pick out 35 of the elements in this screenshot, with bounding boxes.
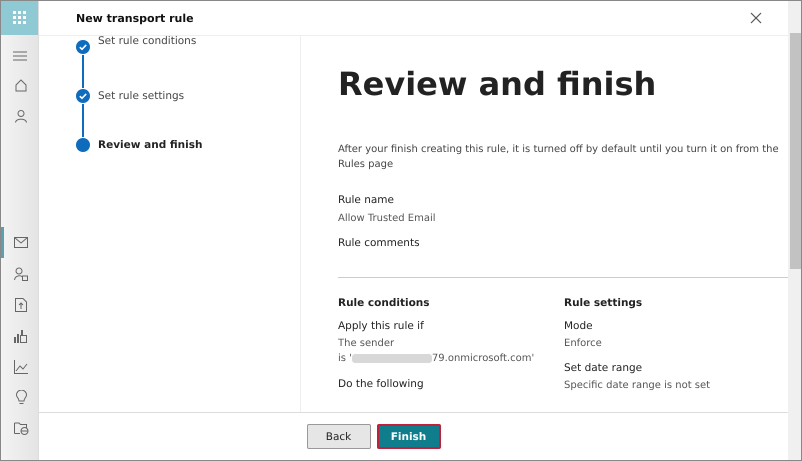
person-icon[interactable] [14, 108, 28, 122]
menu-icon[interactable] [12, 51, 26, 61]
step-label[interactable]: Review and finish [98, 138, 202, 152]
close-icon[interactable] [750, 12, 762, 24]
bar-chart-icon[interactable] [14, 328, 28, 342]
back-button[interactable]: Back [306, 424, 370, 449]
field-label: Set date range [564, 361, 644, 376]
home-icon[interactable] [14, 78, 28, 92]
line-chart-icon[interactable] [14, 360, 28, 374]
intro-text: After your finish creating this rule, it is turned off by default until you turn it on from the Rules page [338, 143, 780, 172]
person-icon[interactable] [14, 266, 28, 280]
step-label[interactable]: Set rule settings [98, 89, 184, 138]
mail-icon[interactable] [14, 237, 28, 248]
finish-button[interactable]: Finish [376, 424, 440, 449]
lightbulb-icon[interactable] [16, 390, 26, 405]
step-label[interactable]: Set rule conditions [98, 36, 196, 89]
panel-title: New transport rule [76, 12, 194, 24]
folder-globe-icon[interactable] [14, 422, 28, 435]
field-value: The sender [338, 337, 396, 351]
document-icon[interactable] [15, 298, 27, 312]
field-value: 79.onmicrosoft.com' [432, 352, 534, 366]
waffle-icon [12, 11, 26, 25]
section-title: Rule conditions [338, 296, 431, 310]
scrollbar[interactable] [788, 1, 801, 460]
field-value: Specific date range is not set [564, 379, 712, 393]
field-value: Enforce [564, 337, 603, 351]
field-label: Rule name [338, 193, 395, 208]
field-label: Mode [564, 319, 594, 334]
section-title: Rule settings [564, 296, 644, 310]
field-label: Rule comments [338, 236, 421, 251]
field-label: Do the following [338, 377, 425, 392]
field-label: Apply this rule if [338, 319, 425, 334]
page-heading: Review and finish [338, 64, 658, 105]
field-value: Allow Trusted Email [338, 212, 437, 226]
field-value: is ' [338, 352, 352, 366]
